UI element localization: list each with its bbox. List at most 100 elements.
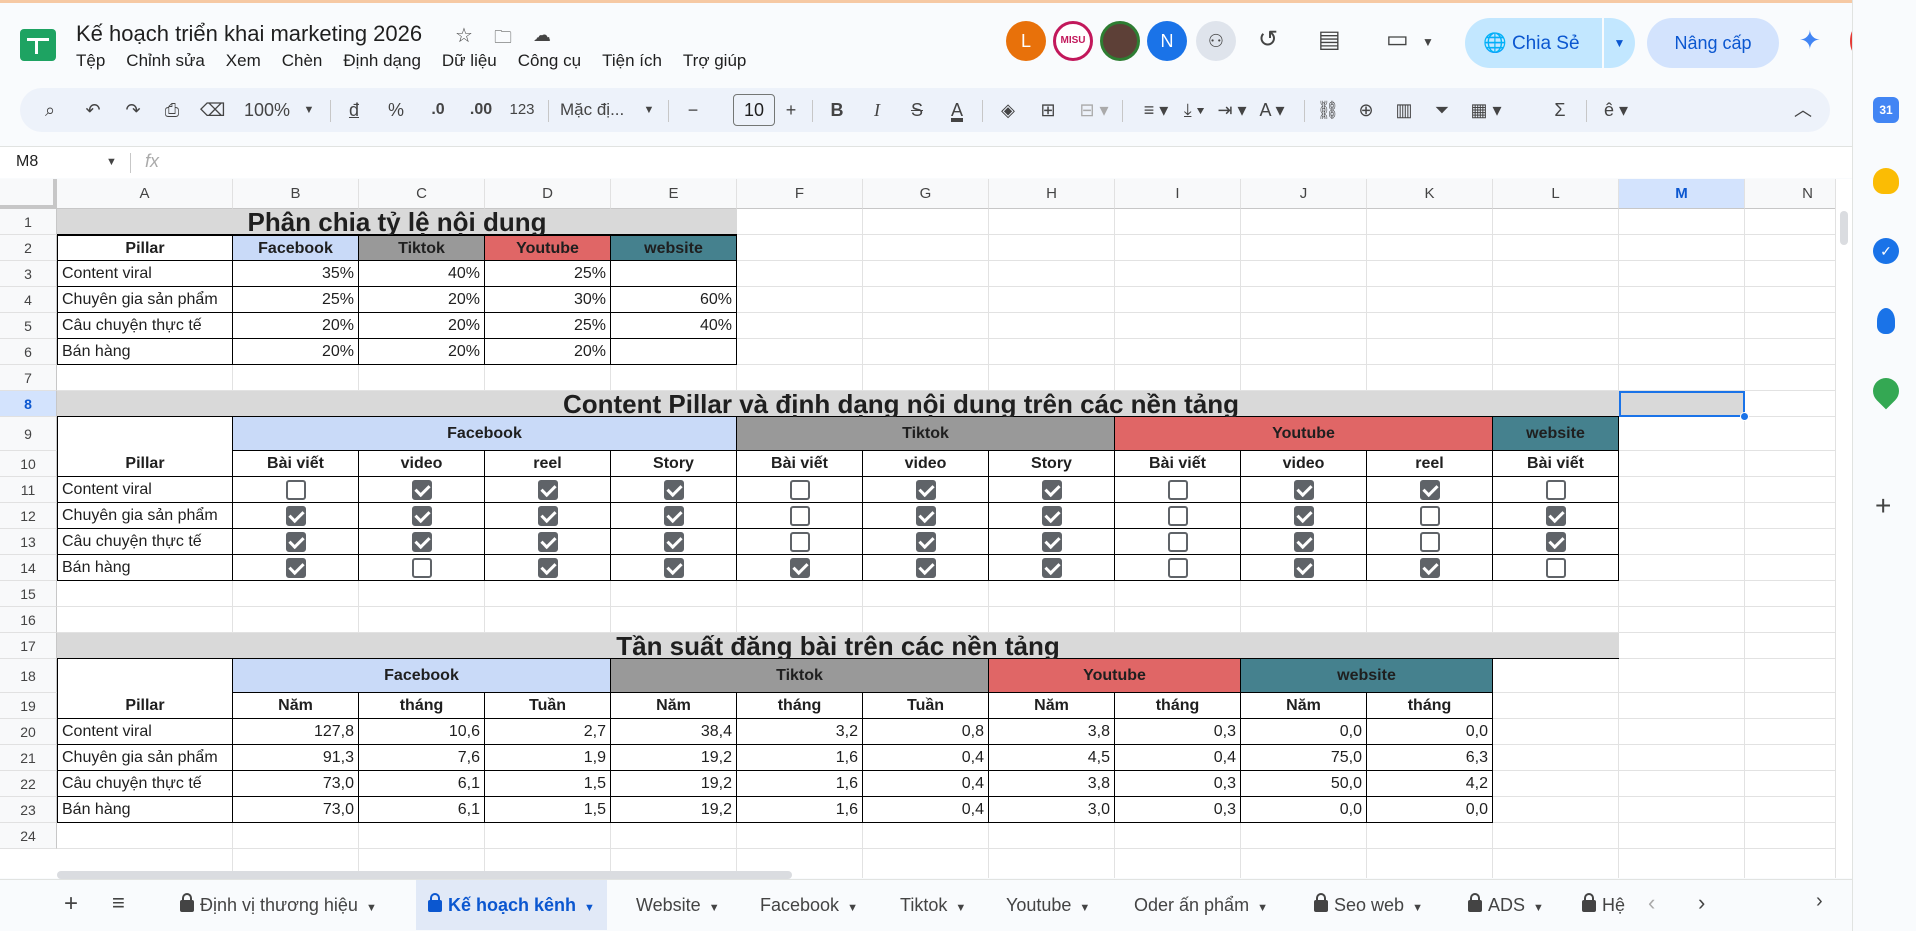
checkbox[interactable] — [790, 506, 810, 526]
column-header-i[interactable]: I — [1115, 179, 1241, 209]
row-header[interactable]: 5 — [0, 313, 57, 339]
column-header-e[interactable]: E — [611, 179, 737, 209]
checkbox[interactable] — [1168, 506, 1188, 526]
checkbox[interactable] — [1546, 558, 1566, 578]
horizontal-scrollbar[interactable] — [57, 869, 1837, 879]
checkbox[interactable] — [1294, 558, 1314, 578]
sheet-tab[interactable]: Youtube ▼ — [994, 880, 1102, 930]
font-size-input[interactable]: 10 — [733, 94, 775, 126]
percent-format-button[interactable]: % — [386, 88, 406, 132]
checkbox[interactable] — [1042, 558, 1062, 578]
share-button[interactable]: 🌐 Chia Sẻ ▼ — [1465, 18, 1635, 68]
checkbox[interactable] — [538, 480, 558, 500]
tasks-icon[interactable]: ✓ — [1873, 238, 1899, 264]
row-header[interactable]: 23 — [0, 797, 57, 823]
sheet-tab[interactable]: Định vị thương hiệu ▼ — [168, 880, 389, 930]
all-sheets-icon[interactable]: ≡ — [112, 890, 125, 916]
sheet-tab[interactable]: Hệ — [1570, 880, 1632, 930]
name-box-dropdown-icon[interactable]: ▼ — [106, 156, 117, 168]
more-formats-button[interactable]: 123 — [506, 88, 538, 132]
checkbox[interactable] — [916, 558, 936, 578]
insert-comment-icon[interactable]: ⊕ — [1354, 88, 1378, 132]
collaborator-avatar[interactable] — [1100, 21, 1140, 61]
checkbox[interactable] — [790, 480, 810, 500]
zoom-dropdown-icon[interactable]: ▼ — [302, 88, 316, 132]
redo-icon[interactable]: ↷ — [122, 88, 144, 132]
menu-item[interactable]: Dữ liệu — [442, 51, 497, 71]
row-header[interactable]: 16 — [0, 607, 57, 633]
meet-video-icon[interactable]: ▭ — [1386, 25, 1409, 54]
checkbox[interactable] — [286, 558, 306, 578]
tab-menu-icon[interactable]: ▼ — [584, 902, 595, 914]
input-tools-icon[interactable]: ê ▾ — [1596, 88, 1636, 132]
spreadsheet-grid[interactable]: A B C D E F G H I J K L M N 1 2 3 4 5 6 7 8 9 10 11 12 13 14 15 16 17 1… — [0, 179, 1837, 878]
checkbox[interactable] — [1546, 532, 1566, 552]
tab-menu-icon[interactable]: ▼ — [847, 902, 858, 914]
sheet-tab[interactable]: Kế hoạch kênh ▼ — [416, 880, 607, 930]
table-view-icon[interactable]: ▦ ▾ — [1466, 88, 1506, 132]
text-color-icon[interactable]: A — [944, 88, 970, 132]
checkbox[interactable] — [664, 532, 684, 552]
increase-decimal-button[interactable]: .00 — [464, 88, 498, 132]
checkbox[interactable] — [664, 506, 684, 526]
checkbox[interactable] — [916, 532, 936, 552]
star-icon[interactable]: ☆ — [455, 23, 473, 48]
checkbox[interactable] — [286, 506, 306, 526]
comments-icon[interactable]: ▤ — [1318, 25, 1341, 54]
row-header[interactable]: 20 — [0, 719, 57, 745]
column-header-n[interactable]: N — [1745, 179, 1837, 209]
column-header-j[interactable]: J — [1241, 179, 1367, 209]
checkbox[interactable] — [412, 506, 432, 526]
checkbox[interactable] — [1294, 532, 1314, 552]
font-family-select[interactable]: Mặc đị... — [560, 88, 640, 132]
checkbox[interactable] — [286, 532, 306, 552]
checkbox[interactable] — [412, 558, 432, 578]
checkbox[interactable] — [790, 532, 810, 552]
insert-chart-icon[interactable]: ▥ — [1392, 88, 1416, 132]
name-box[interactable]: M8 — [16, 153, 38, 171]
tab-menu-icon[interactable]: ▼ — [1079, 902, 1090, 914]
document-title[interactable]: Kế hoạch triển khai marketing 2026 — [76, 21, 422, 47]
fill-handle[interactable] — [1740, 412, 1749, 421]
menu-item[interactable]: Định dạng — [343, 51, 421, 71]
row-header[interactable]: 21 — [0, 745, 57, 771]
checkbox[interactable] — [1294, 480, 1314, 500]
row-header[interactable]: 8 — [0, 391, 57, 417]
row-header[interactable]: 6 — [0, 339, 57, 365]
horizontal-scroll-thumb[interactable] — [57, 871, 792, 879]
vertical-align-icon[interactable]: ⤓ ▾ — [1174, 88, 1214, 132]
row-header[interactable]: 10 — [0, 451, 57, 477]
decrease-font-size-icon[interactable]: − — [684, 88, 702, 132]
tab-menu-icon[interactable]: ▼ — [955, 902, 966, 914]
filter-icon[interactable]: ⏷ — [1430, 88, 1454, 132]
checkbox[interactable] — [1168, 558, 1188, 578]
checkbox[interactable] — [1168, 480, 1188, 500]
merge-cells-icon[interactable]: ⊟ ▾ — [1074, 88, 1114, 132]
menu-item[interactable]: Trợ giúp — [683, 51, 746, 71]
add-sheet-icon[interactable]: + — [64, 890, 78, 918]
undo-icon[interactable]: ↶ — [82, 88, 104, 132]
checkbox[interactable] — [790, 558, 810, 578]
checkbox[interactable] — [1420, 506, 1440, 526]
column-header-m[interactable]: M — [1619, 179, 1745, 209]
checkbox[interactable] — [1420, 558, 1440, 578]
sheet-tab[interactable]: ADS ▼ — [1456, 880, 1556, 930]
tab-menu-icon[interactable]: ▼ — [366, 902, 377, 914]
column-header-h[interactable]: H — [989, 179, 1115, 209]
column-header-b[interactable]: B — [233, 179, 359, 209]
sheets-logo-icon[interactable] — [20, 29, 56, 61]
checkbox[interactable] — [1294, 506, 1314, 526]
borders-icon[interactable]: ⊞ — [1036, 88, 1060, 132]
sheet-tab[interactable]: Tiktok ▼ — [888, 880, 978, 930]
horizontal-align-icon[interactable]: ≡ ▾ — [1136, 88, 1176, 132]
sheet-tab[interactable]: Website ▼ — [624, 880, 732, 930]
gemini-icon[interactable]: ✦ — [1799, 25, 1821, 56]
keep-icon[interactable] — [1873, 168, 1899, 194]
row-header[interactable]: 14 — [0, 555, 57, 581]
cloud-status-icon[interactable]: ☁ — [533, 25, 551, 46]
row-header[interactable]: 4 — [0, 287, 57, 313]
checkbox[interactable] — [664, 558, 684, 578]
collaborator-avatar[interactable]: MISU — [1053, 21, 1093, 61]
font-dropdown-icon[interactable]: ▼ — [642, 88, 656, 132]
checkbox[interactable] — [538, 558, 558, 578]
